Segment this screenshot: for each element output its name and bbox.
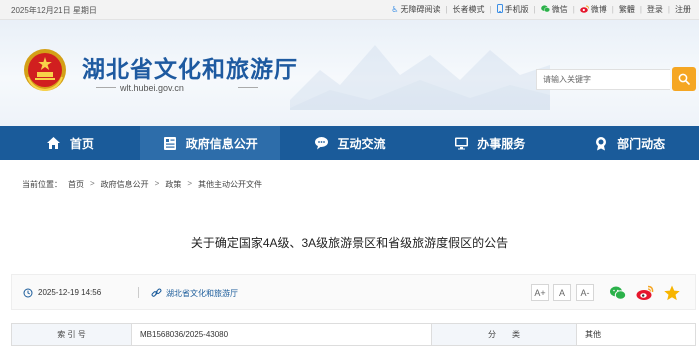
divider: | — [667, 5, 670, 14]
chat-icon — [313, 135, 329, 151]
index-label: 索 引 号 — [11, 323, 132, 346]
weibo-icon — [579, 5, 589, 15]
weibo-link[interactable]: 微博 — [579, 4, 607, 15]
login-label: 登录 — [646, 5, 663, 14]
badge-icon — [593, 135, 609, 151]
traditional-chinese-link[interactable]: 繁體 — [619, 4, 635, 15]
divider: | — [445, 5, 448, 14]
font-normal-button[interactable]: A — [553, 284, 571, 301]
article-meta-bar: 2025-12-19 14:56 湖北省文化和旅游厅 A+ A A- — [11, 274, 696, 310]
home-icon — [46, 135, 62, 151]
nav-department-news-label: 部门动态 — [617, 136, 666, 151]
nav-interaction-label: 互动交流 — [337, 136, 386, 151]
category-label: 分 类 — [431, 323, 577, 346]
divider: | — [533, 5, 536, 14]
search-input[interactable] — [537, 70, 670, 89]
divider: | — [489, 5, 492, 14]
wechat-icon — [540, 4, 550, 15]
landscape-watermark — [290, 45, 550, 110]
wechat-label: 微信 — [551, 5, 568, 14]
divider — [138, 287, 139, 298]
category-value: 其他 — [576, 323, 696, 346]
phone-icon — [496, 4, 503, 15]
publish-date: 2025-12-19 14:56 — [38, 288, 102, 297]
wechat-share-icon[interactable] — [609, 284, 627, 302]
document-info-table: 索 引 号 MB1568036/2025-43080 分 类 其他 — [11, 323, 696, 346]
mobile-label: 手机版 — [504, 5, 529, 14]
table-row: 索 引 号 MB1568036/2025-43080 分 类 其他 — [11, 323, 696, 346]
mobile-link[interactable]: 手机版 — [496, 4, 529, 15]
search-button[interactable] — [672, 67, 696, 91]
document-icon — [162, 135, 178, 151]
site-title[interactable]: 湖北省文化和旅游厅 — [82, 50, 298, 84]
link-icon — [151, 288, 162, 300]
register-label: 注册 — [675, 5, 691, 14]
favorite-star-icon[interactable] — [663, 284, 681, 302]
divider: | — [572, 5, 575, 14]
current-date: 2025年12月21日 星期日 — [11, 6, 97, 15]
font-decrease-button[interactable]: A- — [576, 284, 594, 301]
main-nav: 首页 政府信息公开 互动交流 办事服务 部门动态 — [0, 126, 699, 160]
index-value: MB1568036/2025-43080 — [131, 323, 432, 346]
weibo-share-icon[interactable] — [636, 284, 654, 302]
breadcrumb: 当前位置： 首页 > 政府信息公开 > 政策 > 其他主动公开文件 — [22, 179, 262, 190]
monitor-icon — [453, 135, 469, 151]
elder-mode-link[interactable]: 长者模式 — [453, 4, 485, 15]
accessibility-label: 无障碍阅读 — [400, 5, 441, 14]
accessibility-link[interactable]: ♿ 无障碍阅读 — [391, 4, 440, 15]
nav-home[interactable]: 首页 — [0, 126, 140, 160]
breadcrumb-separator: > — [154, 179, 160, 188]
register-link[interactable]: 注册 — [675, 4, 691, 15]
breadcrumb-item-gov-info[interactable]: 政府信息公开 — [101, 179, 149, 190]
top-links: ♿ 无障碍阅读 | 长者模式 | 手机版 | 微信 | 微博 | 繁體 | 登录… — [391, 4, 691, 15]
nav-department-news[interactable]: 部门动态 — [559, 126, 699, 160]
nav-services[interactable]: 办事服务 — [419, 126, 559, 160]
wechat-link[interactable]: 微信 — [540, 4, 568, 15]
accessibility-icon: ♿ — [391, 4, 399, 14]
divider: | — [611, 5, 614, 14]
site-header: 湖北省文化和旅游厅 wlt.hubei.gov.cn — [0, 20, 699, 126]
weibo-label: 微博 — [590, 5, 607, 14]
login-link[interactable]: 登录 — [647, 4, 663, 15]
breadcrumb-item-policy[interactable]: 政策 — [165, 179, 181, 190]
breadcrumb-prefix: 当前位置： — [22, 180, 62, 189]
site-domain: wlt.hubei.gov.cn — [120, 83, 184, 93]
divider: | — [639, 5, 642, 14]
top-bar: 2025年12月21日 星期日 ♿ 无障碍阅读 | 长者模式 | 手机版 | 微… — [0, 0, 699, 20]
nav-gov-info-label: 政府信息公开 — [185, 136, 258, 151]
elder-mode-label: 长者模式 — [452, 5, 485, 14]
article-title: 关于确定国家4A级、3A级旅游景区和省级旅游度假区的公告 — [190, 236, 509, 250]
search-icon — [678, 73, 690, 85]
nav-services-label: 办事服务 — [477, 136, 526, 151]
national-emblem-icon — [24, 49, 66, 92]
search-box — [536, 69, 670, 90]
nav-interaction[interactable]: 互动交流 — [280, 126, 420, 160]
breadcrumb-separator: > — [90, 179, 95, 188]
breadcrumb-item-other-files[interactable]: 其他主动公开文件 — [198, 179, 262, 190]
nav-home-label: 首页 — [69, 136, 94, 151]
divider — [238, 87, 258, 88]
divider — [96, 87, 116, 88]
article-source[interactable]: 湖北省文化和旅游厅 — [166, 288, 238, 299]
breadcrumb-item-home[interactable]: 首页 — [68, 179, 84, 190]
nav-gov-info[interactable]: 政府信息公开 — [139, 126, 280, 160]
clock-icon — [23, 288, 33, 300]
traditional-chinese-label: 繁體 — [618, 5, 635, 14]
breadcrumb-separator: > — [187, 179, 193, 188]
font-increase-button[interactable]: A+ — [531, 284, 549, 301]
